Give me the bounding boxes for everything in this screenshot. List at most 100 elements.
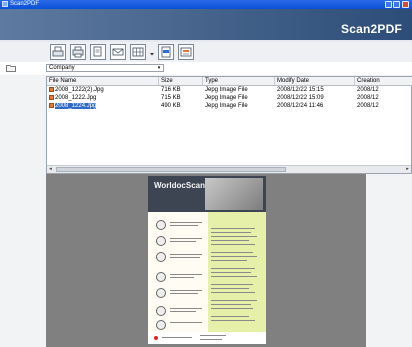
- folder-select[interactable]: Company ▾: [46, 64, 164, 72]
- file-row-selected[interactable]: 2008_1224.Jpg 490 KB Jepg Image File 200…: [47, 102, 412, 110]
- feature-icon: [156, 236, 166, 246]
- chevron-down-icon: [150, 53, 154, 56]
- file-modified: 2008/12/22 15:15: [277, 87, 324, 93]
- scroll-right-icon[interactable]: ▸: [404, 166, 411, 173]
- file-row[interactable]: 2008_1222(2).Jpg 716 KB Jepg Image File …: [47, 86, 412, 94]
- file-size: 490 KB: [161, 103, 181, 109]
- file-type: Jepg Image File: [205, 103, 248, 109]
- text-line: [170, 274, 202, 275]
- print-icon: [72, 46, 84, 58]
- text-line: [170, 311, 196, 312]
- scan-button[interactable]: [50, 44, 66, 60]
- text-line: [211, 232, 251, 233]
- text-line: [211, 268, 255, 269]
- app-icon: [2, 1, 8, 7]
- mail-icon: [112, 48, 124, 56]
- file-modified: 2008/12/24 11:46: [277, 103, 324, 109]
- document-preview[interactable]: WorldocScan: [148, 176, 266, 344]
- scroll-left-icon[interactable]: ◂: [47, 166, 54, 173]
- feature-icon: [156, 288, 166, 298]
- minimize-button[interactable]: [385, 1, 392, 8]
- text-line: [170, 322, 202, 323]
- scan2pdf-logo: Scan2PDF: [341, 22, 402, 36]
- title-bar: Scan2PDF: [0, 0, 412, 9]
- file-type: Jepg Image File: [205, 95, 248, 101]
- text-line: [170, 254, 202, 255]
- pdf-button[interactable]: [158, 44, 174, 60]
- text-line: [170, 222, 202, 223]
- text-line: [211, 300, 257, 301]
- image-file-icon: [49, 86, 54, 92]
- header-banner: Scan2PDF: [0, 9, 412, 40]
- text-line: [211, 260, 247, 261]
- file-created: 2008/12: [357, 95, 379, 101]
- scanner-photo: [205, 178, 263, 210]
- column-creation[interactable]: Creation: [355, 77, 412, 85]
- folder-icon[interactable]: [6, 64, 16, 72]
- file-list-header: File Name Size Type Modify Date Creation: [47, 77, 412, 86]
- pdf-icon: [161, 46, 171, 58]
- document-footer: [148, 332, 266, 344]
- export-icon: [180, 47, 192, 57]
- text-line: [211, 236, 257, 237]
- text-line: [211, 316, 249, 317]
- export-button[interactable]: [178, 44, 194, 60]
- text-line: [211, 320, 255, 321]
- text-line: [211, 304, 251, 305]
- text-line: [170, 238, 202, 239]
- horizontal-scrollbar[interactable]: ◂ ▸: [47, 165, 411, 173]
- column-modify-date[interactable]: Modify Date: [275, 77, 355, 85]
- text-line: [211, 256, 257, 257]
- text-line: [211, 276, 257, 277]
- file-type: Jepg Image File: [205, 87, 248, 93]
- feature-icon: [156, 320, 166, 330]
- text-line: [170, 308, 202, 309]
- maximize-button[interactable]: [393, 1, 400, 8]
- image-file-icon: [49, 94, 54, 100]
- text-line: [170, 290, 202, 291]
- file-modified: 2008/12/22 15:09: [277, 95, 324, 101]
- chevron-down-icon[interactable]: ▾: [156, 65, 162, 71]
- file-created: 2008/12: [357, 87, 379, 93]
- text-line: [170, 241, 196, 242]
- text-line: [211, 308, 253, 309]
- feature-icon: [156, 306, 166, 316]
- file-row[interactable]: 2008_1222.Jpg 715 KB Jepg Image File 200…: [47, 94, 412, 102]
- text-line: [170, 257, 200, 258]
- file-list: File Name Size Type Modify Date Creation…: [46, 76, 412, 174]
- file-created: 2008/12: [357, 103, 379, 109]
- folder-select-value: Company: [49, 65, 75, 71]
- text-line: [211, 228, 255, 229]
- column-file-name[interactable]: File Name: [47, 77, 159, 85]
- file-name: 2008_1222.Jpg: [55, 95, 97, 101]
- copy-icon: [93, 46, 102, 57]
- text-line: [211, 272, 251, 273]
- text-line: [211, 292, 255, 293]
- document-brand: WorldocScan: [154, 181, 205, 190]
- grid-button[interactable]: [130, 44, 146, 60]
- mail-button[interactable]: [110, 44, 126, 60]
- feature-icon: [156, 272, 166, 282]
- grid-icon: [132, 47, 144, 57]
- folder-row: Company ▾: [0, 62, 412, 75]
- scrollbar-thumb[interactable]: [56, 167, 286, 172]
- text-line: [211, 244, 255, 245]
- column-size[interactable]: Size: [159, 77, 203, 85]
- text-line: [211, 252, 253, 253]
- scan-icon: [52, 46, 64, 57]
- right-panel: [366, 174, 412, 347]
- window-title: Scan2PDF: [10, 1, 40, 7]
- column-type[interactable]: Type: [203, 77, 275, 85]
- print-button[interactable]: [70, 44, 86, 60]
- copy-button[interactable]: [90, 44, 106, 60]
- brand-logo-icon: [154, 336, 158, 340]
- image-file-icon: [49, 102, 54, 108]
- left-panel: [0, 76, 46, 347]
- close-button[interactable]: [402, 1, 409, 8]
- feature-icon: [156, 252, 166, 262]
- text-line: [211, 288, 249, 289]
- file-size: 715 KB: [161, 95, 181, 101]
- file-name: 2008_1224.Jpg: [55, 103, 97, 109]
- text-line: [162, 337, 192, 338]
- text-line: [211, 240, 249, 241]
